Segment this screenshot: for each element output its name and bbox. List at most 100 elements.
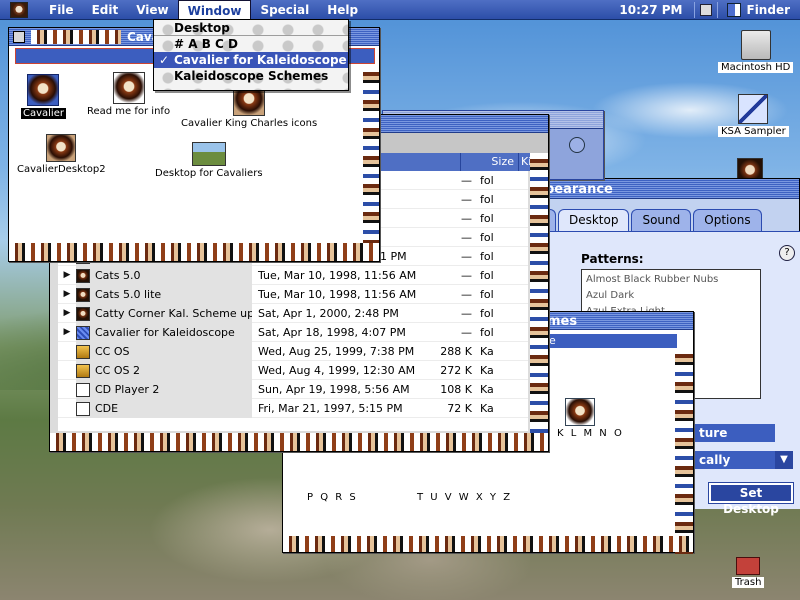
- pattern-item[interactable]: Azul Dark: [586, 288, 756, 304]
- control-strip-icon[interactable]: [699, 3, 712, 16]
- folder-label[interactable]: T U V W X Y Z: [417, 492, 512, 503]
- row-name: CDE: [76, 398, 252, 418]
- row-kind: fol: [480, 325, 494, 339]
- window-border-decoration: [50, 433, 548, 451]
- window-border-decoration: [9, 243, 379, 261]
- row-size: 288 K: [440, 344, 472, 358]
- window-menu-item-desktop[interactable]: Desktop: [154, 20, 348, 36]
- desktop-icon-trash[interactable]: Trash: [732, 557, 765, 588]
- window-menu-item-schemes[interactable]: Kaleidoscope Schemes: [154, 68, 348, 84]
- row-kind: fol: [480, 268, 494, 282]
- row-kind: Ka: [480, 401, 494, 415]
- row-date: Tue, Mar 10, 1998, 11:56 AM: [258, 268, 417, 282]
- column-size[interactable]: Size: [460, 153, 518, 171]
- disclosure-triangle-icon[interactable]: ▶: [58, 270, 76, 280]
- row-name: Cats 5.0 lite: [76, 284, 252, 304]
- table-row[interactable]: CD Player 2 Sun, Apr 19, 1998, 5:56 AM 108…: [58, 379, 528, 399]
- file-icon: [76, 344, 90, 359]
- set-desktop-button[interactable]: Set Desktop: [708, 482, 794, 516]
- folder-label[interactable]: K L M N O: [557, 428, 624, 439]
- row-kind: fol: [480, 192, 494, 206]
- icon-view-content: Cavalier Read me for info Cavalier King …: [13, 66, 365, 242]
- row-size: 272 K: [440, 363, 472, 377]
- file-icon-desktop-cavaliers[interactable]: Desktop for Cavaliers: [155, 142, 263, 179]
- menu-window[interactable]: Window: [177, 0, 252, 20]
- place-picture-button[interactable]: ture: [693, 424, 775, 442]
- apple-menu-icon[interactable]: [10, 1, 28, 18]
- document-icon: [112, 72, 145, 104]
- row-kind: fol: [480, 173, 494, 187]
- disclosure-triangle-icon[interactable]: ▶: [58, 327, 76, 337]
- folder-icon[interactable]: [565, 398, 595, 426]
- row-kind: fol: [480, 249, 494, 263]
- pattern-item[interactable]: Almost Black Rubber Nubs: [586, 272, 756, 288]
- menu-special[interactable]: Special: [251, 0, 318, 20]
- disclosure-triangle-icon[interactable]: ▶: [58, 289, 76, 299]
- row-size: —: [461, 306, 472, 320]
- row-name: CC OS: [76, 341, 252, 361]
- table-row[interactable]: ▶Catty Corner Kal. Scheme update Sat, Apr…: [58, 303, 528, 323]
- picture-icon: [191, 142, 226, 166]
- window-border-decoration: [363, 66, 379, 244]
- row-size: —: [461, 211, 472, 225]
- window-menu-dropdown: Desktop # A B C D ✓ Cavalier for Kaleidos…: [153, 19, 349, 91]
- row-date: Wed, Aug 25, 1999, 7:38 PM: [258, 344, 415, 358]
- help-icon[interactable]: [569, 137, 585, 153]
- row-name: Catty Corner Kal. Scheme update: [76, 303, 252, 323]
- file-icon: [76, 287, 90, 302]
- menubar-clock[interactable]: 10:27 PM: [611, 3, 690, 17]
- file-icon-cavalier[interactable]: Cavalier: [21, 74, 66, 119]
- close-box-icon[interactable]: [13, 30, 25, 43]
- position-select[interactable]: cally: [693, 451, 775, 469]
- tab-desktop[interactable]: Desktop: [557, 209, 630, 231]
- window-border-decoration: [530, 153, 548, 451]
- appearance-title: pearance: [545, 182, 613, 197]
- application-menu[interactable]: Finder: [721, 2, 800, 17]
- file-icon-desktop2[interactable]: CavalierDesktop2: [17, 134, 106, 175]
- titlebar-decoration: [31, 29, 121, 44]
- table-row[interactable]: CC OS 2 Wed, Aug 4, 1999, 12:30 AM 272 K Ka: [58, 360, 528, 380]
- help-icon[interactable]: ?: [779, 245, 795, 261]
- menu-view[interactable]: View: [127, 0, 177, 20]
- file-icon: [76, 268, 90, 283]
- row-size: —: [461, 192, 472, 206]
- row-name: Cats 5.0: [76, 265, 252, 285]
- row-kind: fol: [480, 287, 494, 301]
- chevron-down-icon[interactable]: ▼: [775, 451, 793, 469]
- row-date: Fri, Mar 21, 1997, 5:15 PM: [258, 401, 403, 415]
- desktop-icon-macintosh-hd[interactable]: Macintosh HD: [718, 30, 794, 73]
- row-kind: fol: [480, 211, 494, 225]
- table-row[interactable]: ▶ Cats 5.0 lite Tue, Mar 10, 1998, 11:56 A…: [58, 284, 528, 304]
- column-headers: Size Ki ▲: [380, 153, 548, 171]
- disclosure-triangle-icon[interactable]: ▶: [58, 308, 76, 318]
- row-kind: Ka: [480, 363, 494, 377]
- table-row[interactable]: ▶ Cats 5.0 Tue, Mar 10, 1998, 11:56 AM — fol: [58, 265, 528, 285]
- window-border-decoration: [675, 348, 693, 554]
- desktop-icon-ksa-sampler[interactable]: KSA Sampler: [718, 94, 789, 137]
- folder-label[interactable]: P Q R S: [307, 492, 358, 503]
- menu-file[interactable]: File: [40, 0, 83, 20]
- file-icon: [76, 306, 90, 321]
- row-date: Sun, Apr 19, 1998, 5:56 AM: [258, 382, 410, 396]
- menu-help[interactable]: Help: [318, 0, 367, 20]
- row-kind: fol: [480, 230, 494, 244]
- picture-icon: [46, 134, 77, 162]
- file-icon: [76, 401, 90, 416]
- menu-edit[interactable]: Edit: [83, 0, 128, 20]
- row-size: 72 K: [447, 401, 472, 415]
- row-date: Wed, Aug 4, 1999, 12:30 AM: [258, 363, 416, 377]
- hard-disk-icon: [740, 30, 771, 60]
- table-row[interactable]: ▶ Cavalier for Kaleidoscope Sat, Apr 18, 1…: [58, 322, 528, 342]
- file-icon: [76, 325, 90, 340]
- table-row[interactable]: CC OS Wed, Aug 25, 1999, 7:38 PM 288 K Ka: [58, 341, 528, 361]
- patterns-label: Patterns:: [581, 252, 644, 266]
- window-menu-item-abcd[interactable]: # A B C D: [154, 36, 348, 52]
- row-size: —: [461, 230, 472, 244]
- table-row[interactable]: CDE Fri, Mar 21, 1997, 5:15 PM 72 K Ka: [58, 398, 528, 418]
- schemes-title: mes: [547, 314, 578, 329]
- tab-sound[interactable]: Sound: [631, 209, 692, 231]
- tab-options[interactable]: Options: [693, 209, 762, 231]
- application-icon: [738, 94, 769, 124]
- row-size: —: [461, 268, 472, 282]
- window-menu-item-cavalier[interactable]: ✓ Cavalier for Kaleidoscope: [154, 52, 348, 68]
